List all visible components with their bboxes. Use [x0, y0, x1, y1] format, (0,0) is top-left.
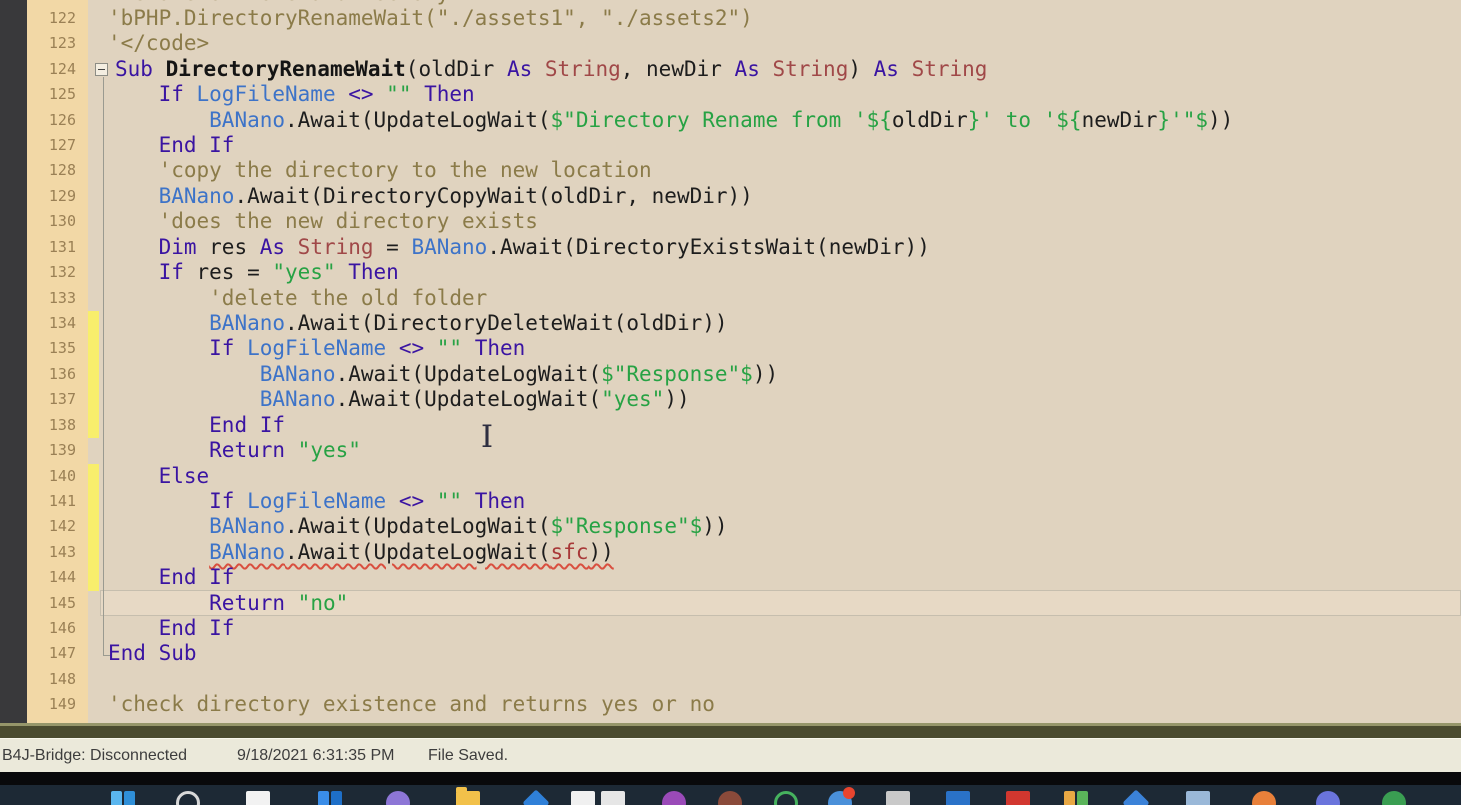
- line-number[interactable]: 128: [27, 158, 83, 183]
- line-number[interactable]: 149: [27, 692, 83, 717]
- collapse-minus-icon[interactable]: [95, 62, 108, 76]
- code-line-148[interactable]: [108, 667, 1461, 692]
- changed-lines-marker: [88, 463, 99, 591]
- red-grid-icon[interactable]: [1006, 791, 1030, 805]
- line-number[interactable]: 145: [27, 591, 83, 616]
- window-gap: [0, 772, 1461, 785]
- code-line-124[interactable]: Sub DirectoryRenameWait(oldDir As String…: [108, 57, 1461, 82]
- code-line-128[interactable]: 'copy the directory to the new location: [108, 158, 1461, 183]
- help-badge-icon[interactable]: [828, 787, 855, 805]
- editor-left-margin: [0, 0, 27, 723]
- line-number[interactable]: 148: [27, 667, 83, 692]
- line-number[interactable]: 123: [27, 31, 83, 56]
- code-line-144[interactable]: End If: [108, 565, 1461, 590]
- line-number[interactable]: 122: [27, 6, 83, 31]
- file-saved-status: File Saved.: [428, 747, 509, 764]
- code-line-122[interactable]: 'bPHP.DirectoryRenameWait("./assets1", "…: [108, 6, 1461, 31]
- line-number[interactable]: 134: [27, 311, 83, 336]
- fold-guide-line: [103, 76, 104, 655]
- code-line-140[interactable]: Else: [108, 464, 1461, 489]
- code-line-149[interactable]: 'check directory existence and returns y…: [108, 692, 1461, 717]
- line-number[interactable]: 139: [27, 438, 83, 463]
- code-line-141[interactable]: If LogFileName <> "" Then: [108, 489, 1461, 514]
- yellow-folder-icon[interactable]: [456, 787, 480, 805]
- code-line-134[interactable]: BANano.Await(DirectoryDeleteWait(oldDir)…: [108, 311, 1461, 336]
- line-number[interactable]: 124: [27, 57, 83, 82]
- line-number[interactable]: 125: [27, 82, 83, 107]
- code-line-145[interactable]: Return "no": [108, 591, 1461, 616]
- blue-window-icon[interactable]: [318, 791, 342, 805]
- b4j-ide-window: 1211221231241251261271281291301311321331…: [0, 0, 1461, 805]
- line-number[interactable]: 138: [27, 413, 83, 438]
- code-line-146[interactable]: End If: [108, 616, 1461, 641]
- purple-circle-icon[interactable]: [662, 791, 686, 805]
- indigo-dome-icon[interactable]: [1316, 791, 1340, 805]
- code-lines[interactable]: 'rename or move a directory'bPHP.Directo…: [108, 0, 1461, 718]
- code-line-127[interactable]: End If: [108, 133, 1461, 158]
- status-timestamp: 9/18/2021 6:31:35 PM: [237, 747, 395, 764]
- code-line-147[interactable]: End Sub: [108, 641, 1461, 666]
- white-card2-icon[interactable]: [601, 791, 625, 805]
- purple-dome-icon[interactable]: [386, 791, 410, 805]
- green-ring-icon[interactable]: [774, 791, 798, 805]
- code-line-138[interactable]: End If: [108, 413, 1461, 438]
- blue-gem-icon[interactable]: [522, 789, 550, 805]
- line-number[interactable]: 126: [27, 108, 83, 133]
- gutter-numbers[interactable]: 1211221231241251261271281291301311321331…: [27, 0, 83, 718]
- code-line-139[interactable]: Return "yes": [108, 438, 1461, 463]
- windows-taskbar[interactable]: [0, 785, 1461, 805]
- line-number[interactable]: 129: [27, 184, 83, 209]
- line-number[interactable]: 131: [27, 235, 83, 260]
- bridge-status: B4J-Bridge: Disconnected: [2, 747, 187, 764]
- changed-lines-marker: [88, 311, 99, 439]
- code-line-133[interactable]: 'delete the old folder: [108, 286, 1461, 311]
- blue-tiles-icon[interactable]: [111, 791, 135, 805]
- line-number[interactable]: 130: [27, 209, 83, 234]
- code-line-125[interactable]: If LogFileName <> "" Then: [108, 82, 1461, 107]
- line-number[interactable]: 137: [27, 387, 83, 412]
- line-number[interactable]: 127: [27, 133, 83, 158]
- code-line-126[interactable]: BANano.Await(UpdateLogWait($"Directory R…: [108, 108, 1461, 133]
- portrait-icon[interactable]: [718, 791, 742, 805]
- code-line-142[interactable]: BANano.Await(UpdateLogWait($"Response"$)…: [108, 514, 1461, 539]
- blue-doc-icon[interactable]: [1186, 791, 1210, 805]
- code-line-131[interactable]: Dim res As String = BANano.Await(Directo…: [108, 235, 1461, 260]
- line-number[interactable]: 142: [27, 514, 83, 539]
- line-number[interactable]: 144: [27, 565, 83, 590]
- green-dome-icon[interactable]: [1382, 791, 1406, 805]
- keyboard-icon[interactable]: [886, 791, 910, 805]
- code-line-143[interactable]: BANano.Await(UpdateLogWait(sfc)): [108, 540, 1461, 565]
- blue-frame-icon[interactable]: [946, 791, 970, 805]
- horizontal-scrollbar[interactable]: [0, 723, 1461, 738]
- orange-circle-icon[interactable]: [1252, 791, 1276, 805]
- code-editor[interactable]: 1211221231241251261271281291301311321331…: [0, 0, 1461, 723]
- code-line-130[interactable]: 'does the new directory exists: [108, 209, 1461, 234]
- ibeam-mouse-cursor: I: [480, 419, 494, 455]
- orange-green-icon[interactable]: [1064, 791, 1088, 805]
- line-number[interactable]: 146: [27, 616, 83, 641]
- code-line-132[interactable]: If res = "yes" Then: [108, 260, 1461, 285]
- line-number[interactable]: 141: [27, 489, 83, 514]
- line-number[interactable]: 147: [27, 641, 83, 666]
- cortana-ring-icon[interactable]: [176, 791, 200, 805]
- blue-drop-icon[interactable]: [1122, 789, 1150, 805]
- line-number[interactable]: 132: [27, 260, 83, 285]
- white-card-icon[interactable]: [571, 791, 595, 805]
- line-number[interactable]: 143: [27, 540, 83, 565]
- code-line-136[interactable]: BANano.Await(UpdateLogWait($"Response"$)…: [108, 362, 1461, 387]
- code-line-135[interactable]: If LogFileName <> "" Then: [108, 336, 1461, 361]
- line-number[interactable]: 135: [27, 336, 83, 361]
- line-number[interactable]: 136: [27, 362, 83, 387]
- line-number[interactable]: 133: [27, 286, 83, 311]
- status-bar: B4J-Bridge: Disconnected 9/18/2021 6:31:…: [0, 738, 1461, 772]
- code-line-123[interactable]: '</code>: [108, 31, 1461, 56]
- code-line-129[interactable]: BANano.Await(DirectoryCopyWait(oldDir, n…: [108, 184, 1461, 209]
- white-window-icon[interactable]: [246, 791, 270, 805]
- line-number[interactable]: 140: [27, 464, 83, 489]
- code-line-137[interactable]: BANano.Await(UpdateLogWait("yes")): [108, 387, 1461, 412]
